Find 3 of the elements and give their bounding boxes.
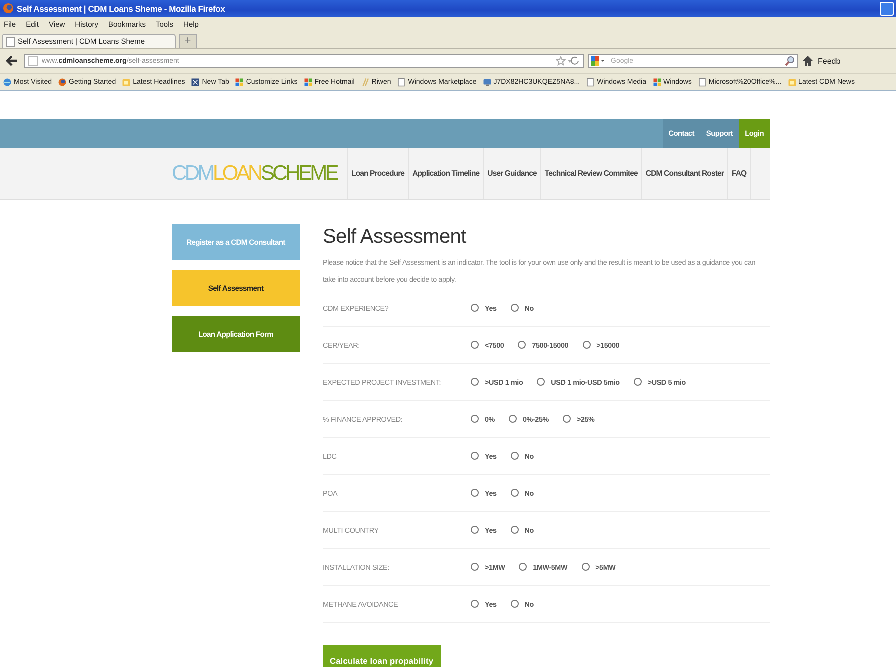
toolbar-button[interactable]: Feedb [818,56,841,66]
window-title: Self Assessment | CDM Loans Sheme - Mozilla Firefox [17,4,226,14]
page-heading: Self Assessment [323,225,468,250]
